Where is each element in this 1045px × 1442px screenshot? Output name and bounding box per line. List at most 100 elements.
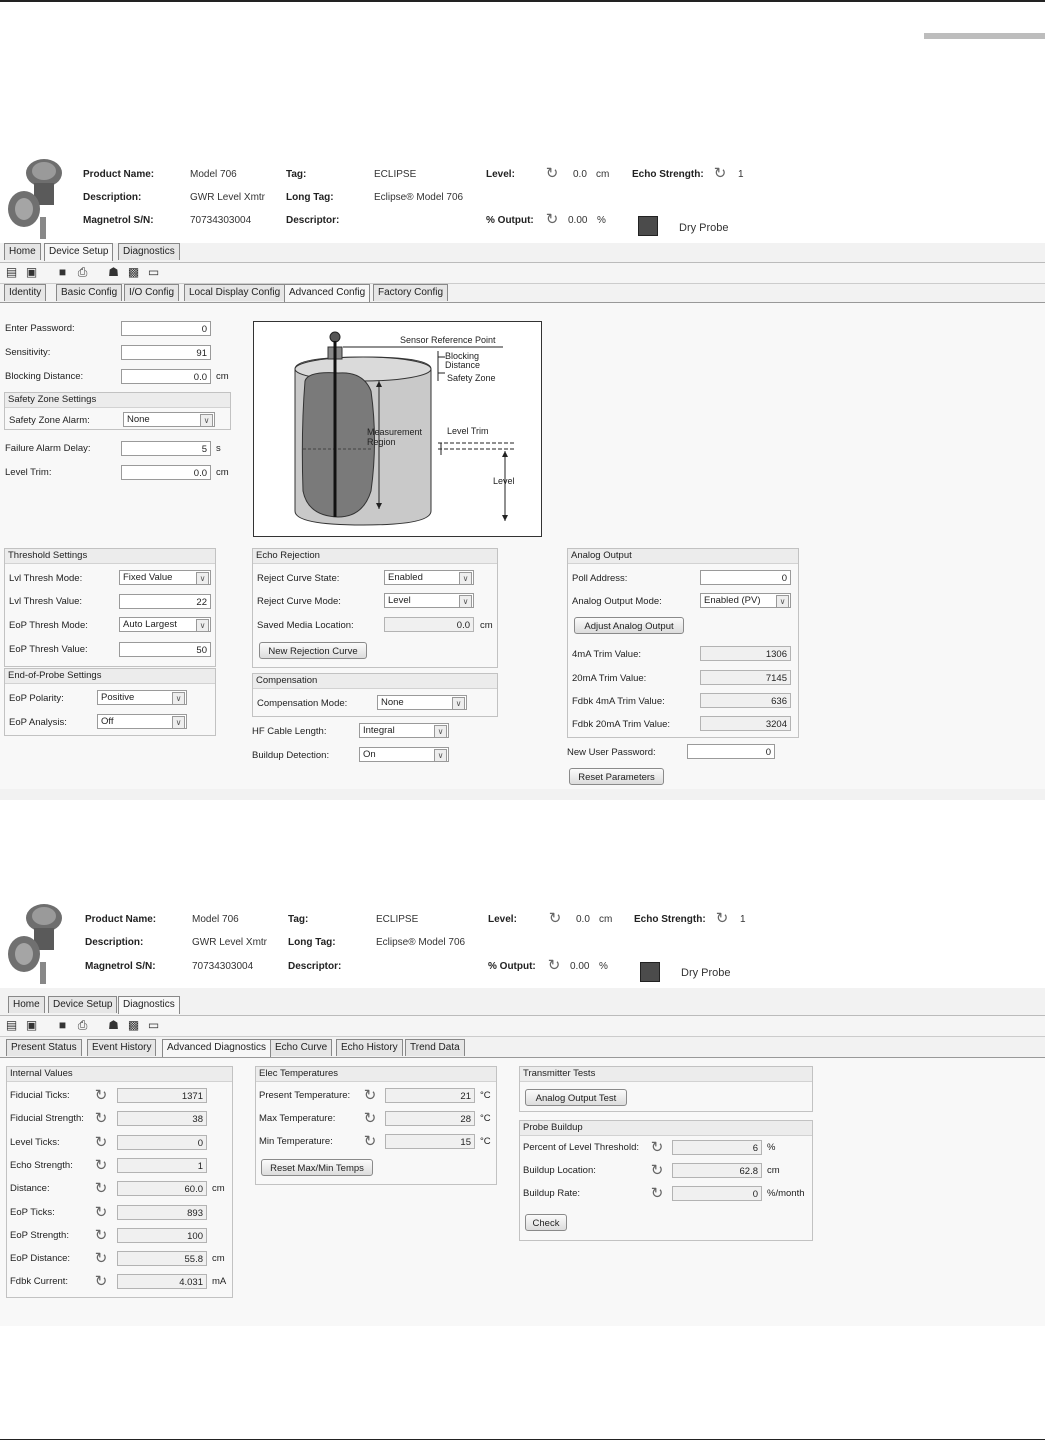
refresh-icon[interactable]: ↻: [649, 1186, 665, 1202]
window-icon[interactable]: ▤: [4, 1018, 19, 1032]
device-icon[interactable]: ☗: [106, 265, 121, 279]
refresh-icon[interactable]: ↻: [93, 1274, 109, 1290]
image-icon[interactable]: ▩: [126, 265, 141, 279]
temperature-unit: °C: [480, 1136, 491, 1147]
level-trim-label: Level Trim:: [5, 467, 52, 478]
analog-output-mode-select[interactable]: Enabled (PV) ∨: [700, 593, 791, 608]
internal-value-value: 1371: [117, 1088, 207, 1103]
lvl-thresh-mode-select[interactable]: Fixed Value ∨: [119, 570, 211, 585]
save-icon[interactable]: ■: [55, 265, 70, 279]
temperature-value: 15: [385, 1134, 475, 1149]
tab-device-setup[interactable]: Device Setup: [48, 996, 118, 1013]
safety-zone-alarm-select[interactable]: None ∨: [123, 412, 215, 427]
tab-trend-data[interactable]: Trend Data: [405, 1039, 465, 1056]
tab-advanced-config[interactable]: Advanced Config: [284, 284, 371, 302]
long-tag-value: Eclipse® Model 706: [374, 192, 464, 203]
refresh-icon[interactable]: ↻: [93, 1251, 109, 1267]
tab-advanced-diagnostics[interactable]: Advanced Diagnostics: [162, 1039, 271, 1057]
eop-thresh-value-input[interactable]: 50: [119, 642, 211, 657]
poll-address-input[interactable]: 0: [700, 570, 791, 585]
buildup-detection-select[interactable]: On ∨: [359, 747, 449, 762]
refresh-icon[interactable]: ↻: [362, 1088, 378, 1104]
tab-diagnostics[interactable]: Diagnostics: [118, 996, 180, 1014]
tab-echo-curve[interactable]: Echo Curve: [270, 1039, 333, 1056]
internal-value-value: 0: [117, 1134, 207, 1150]
trim-20ma-label: 20mA Trim Value:: [572, 673, 647, 684]
eop-analysis-select[interactable]: Off ∨: [97, 714, 187, 729]
print-icon[interactable]: ⎙: [75, 1018, 90, 1032]
tab-home[interactable]: Home: [4, 243, 41, 260]
sensitivity-input[interactable]: 91: [121, 345, 211, 360]
tab-present-status[interactable]: Present Status: [6, 1039, 82, 1056]
end-of-probe-title: End-of-Probe Settings: [5, 669, 215, 684]
echo-rejection-group: Echo Rejection Reject Curve State: Enabl…: [252, 548, 498, 668]
refresh-icon[interactable]: ↻: [649, 1163, 665, 1179]
echo-refresh-icon[interactable]: ↻: [712, 166, 728, 182]
reject-curve-state-select[interactable]: Enabled ∨: [384, 570, 474, 585]
lvl-thresh-mode-value: Fixed Value: [123, 572, 173, 583]
new-user-password-input[interactable]: 0: [687, 744, 775, 759]
echo-refresh-icon[interactable]: ↻: [714, 911, 730, 927]
hf-cable-length-select[interactable]: Integral ∨: [359, 723, 449, 738]
tag-label: Tag:: [286, 169, 307, 180]
blocking-distance-input[interactable]: 0.0: [121, 369, 211, 384]
reset-max-min-temps-button[interactable]: Reset Max/Min Temps: [261, 1159, 373, 1176]
advanced-diagnostics-panel: Internal Values Fiducial Ticks: ↻ 1371 Fidu…: [0, 1057, 1045, 1326]
output-refresh-icon[interactable]: ↻: [546, 958, 562, 974]
serial-value: 70734303004: [192, 961, 254, 972]
enter-password-label: Enter Password:: [5, 323, 75, 334]
refresh-icon[interactable]: ↻: [362, 1111, 378, 1127]
output-label: % Output:: [486, 215, 534, 226]
echo-strength-label: Echo Strength:: [634, 914, 706, 925]
probe-buildup-value: 62.8: [672, 1163, 762, 1178]
lvl-thresh-value-input[interactable]: 22: [119, 594, 211, 609]
tab-event-history[interactable]: Event History: [87, 1039, 157, 1056]
refresh-icon[interactable]: ↻: [93, 1157, 109, 1174]
eop-polarity-select[interactable]: Positive ∨: [97, 690, 187, 705]
tab-local-display-config[interactable]: Local Display Config: [184, 284, 286, 301]
level-trim-input[interactable]: 0.0: [121, 465, 211, 480]
failure-alarm-delay-input[interactable]: 5: [121, 441, 211, 456]
print-icon[interactable]: ⎙: [75, 265, 90, 279]
refresh-icon[interactable]: ↻: [93, 1088, 109, 1104]
windows-icon[interactable]: ▣: [24, 1018, 39, 1032]
save-icon[interactable]: ■: [55, 1018, 70, 1032]
level-value: 0.0: [576, 914, 590, 925]
reject-curve-mode-select[interactable]: Level ∨: [384, 593, 474, 608]
refresh-icon[interactable]: ↻: [93, 1134, 109, 1151]
tab-diagnostics[interactable]: Diagnostics: [118, 243, 180, 260]
level-refresh-icon[interactable]: ↻: [547, 911, 563, 927]
refresh-icon[interactable]: ↻: [649, 1140, 665, 1156]
reset-parameters-button[interactable]: Reset Parameters: [569, 768, 664, 785]
panel-icon[interactable]: ▭: [146, 265, 161, 279]
panel-icon[interactable]: ▭: [146, 1018, 161, 1032]
output-unit: %: [599, 961, 608, 972]
refresh-icon[interactable]: ↻: [93, 1111, 109, 1127]
device-icon[interactable]: ☗: [106, 1018, 121, 1032]
tab-echo-history[interactable]: Echo History: [336, 1039, 403, 1056]
analog-output-test-button[interactable]: Analog Output Test: [525, 1089, 627, 1106]
windows-icon[interactable]: ▣: [24, 265, 39, 279]
refresh-icon[interactable]: ↻: [362, 1134, 378, 1150]
refresh-icon[interactable]: ↻: [93, 1227, 109, 1244]
window-icon[interactable]: ▤: [4, 265, 19, 279]
compensation-mode-select[interactable]: None ∨: [377, 695, 467, 710]
tab-home[interactable]: Home: [8, 996, 45, 1013]
enter-password-input[interactable]: 0: [121, 321, 211, 336]
reject-curve-mode-value: Level: [388, 595, 411, 606]
new-rejection-curve-button[interactable]: New Rejection Curve: [259, 642, 367, 659]
eop-thresh-mode-select[interactable]: Auto Largest ∨: [119, 617, 211, 632]
output-refresh-icon[interactable]: ↻: [544, 212, 560, 228]
tab-io-config[interactable]: I/O Config: [124, 284, 180, 301]
refresh-icon[interactable]: ↻: [93, 1181, 109, 1197]
tab-device-setup[interactable]: Device Setup: [44, 243, 114, 261]
image-icon[interactable]: ▩: [126, 1018, 141, 1032]
check-button[interactable]: Check: [525, 1214, 567, 1231]
level-refresh-icon[interactable]: ↻: [544, 166, 560, 182]
internal-value-label: EoP Distance:: [10, 1253, 71, 1265]
adjust-analog-output-button[interactable]: Adjust Analog Output: [574, 617, 684, 634]
tab-factory-config[interactable]: Factory Config: [373, 284, 449, 301]
tab-identity[interactable]: Identity: [4, 284, 47, 301]
refresh-icon[interactable]: ↻: [93, 1204, 109, 1221]
tab-basic-config[interactable]: Basic Config: [56, 284, 123, 301]
